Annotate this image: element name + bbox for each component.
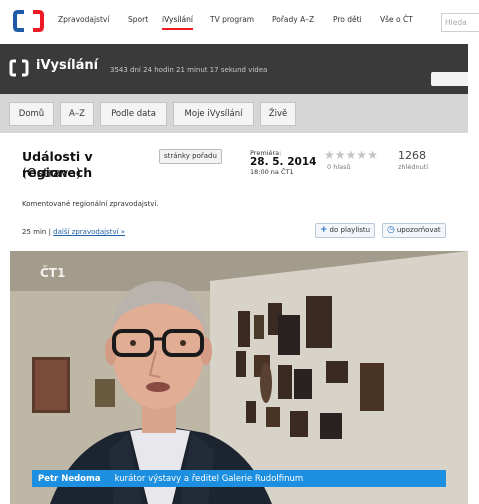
notify-label: upozorňovat: [396, 226, 441, 234]
lower-third-caption: Petr Nedoma kurátor výstavy a ředitel Ga…: [32, 470, 446, 487]
program-description: Komentované regionální zpravodajství.: [22, 200, 159, 208]
ct-logo-icon[interactable]: [13, 10, 44, 32]
ivysilani-header: iVysílání 3543 dní 24 hodin 21 minut 17 …: [0, 44, 468, 94]
nav-item-porady-a-z[interactable]: Pořady A–Z: [272, 15, 314, 24]
nav-item-tv-program[interactable]: TV program: [210, 15, 254, 24]
nav-item-vse-o-ct[interactable]: Vše o ČT: [380, 15, 413, 24]
star-icon[interactable]: ★: [324, 148, 335, 162]
tab-zive[interactable]: Živě: [260, 102, 296, 126]
nav-item-ivysilani[interactable]: iVysílání: [162, 15, 193, 30]
star-icon[interactable]: ★: [335, 148, 346, 162]
duration-value: 25 min: [22, 228, 47, 236]
premiere-date: 28. 5. 2014: [250, 156, 317, 168]
views-count: 1268: [398, 149, 426, 162]
program-subtitle: (Ostrava): [22, 165, 81, 180]
video-frame-image: [10, 251, 468, 504]
program-duration-line: 25 min | další zpravodajství »: [22, 228, 125, 236]
tab-domu[interactable]: Domů: [9, 102, 54, 126]
speaker-role: kurátor výstavy a ředitel Galerie Rudolf…: [114, 473, 304, 484]
plus-icon: +: [320, 225, 328, 235]
star-icon[interactable]: ★: [356, 148, 367, 162]
ivysilani-logo-icon[interactable]: [9, 59, 29, 77]
video-player[interactable]: ČT1 Petr Nedoma kurátor výstavy a ředite…: [10, 251, 468, 504]
ivysilani-search-input[interactable]: [431, 72, 468, 86]
separator: |: [48, 228, 51, 236]
nav-item-sport[interactable]: Sport: [128, 15, 148, 24]
top-navigation: Zpravodajství Sport iVysílání TV program…: [0, 0, 479, 44]
speaker-name: Petr Nedoma: [38, 473, 101, 484]
ivysilani-title[interactable]: iVysílání: [36, 58, 98, 73]
tab-a-z[interactable]: A–Z: [60, 102, 94, 126]
program-pages-button[interactable]: stránky pořadu: [159, 149, 222, 164]
rating-stars[interactable]: ★★★★★: [324, 148, 378, 162]
premiere-time: 18:00 na ČT1: [250, 168, 294, 176]
nav-item-zpravodajstvi[interactable]: Zpravodajství: [58, 15, 109, 24]
star-icon[interactable]: ★: [346, 148, 357, 162]
votes-count: 0 hlasů: [327, 163, 351, 171]
channel-watermark: ČT1: [40, 266, 66, 280]
notify-button[interactable]: ◷ upozorňovat: [382, 223, 446, 238]
tab-bar: Domů A–Z Podle data Moje iVysílání Živě: [0, 94, 468, 133]
site-search-input[interactable]: Hleda: [441, 13, 479, 32]
program-info-panel: Události v regionech (Ostrava) stránky p…: [10, 133, 468, 251]
views-label: zhlédnutí: [398, 163, 429, 171]
clock-icon: ◷: [387, 225, 395, 235]
tab-moje-ivysilani[interactable]: Moje iVysílání: [173, 102, 254, 126]
video-stats: 3543 dní 24 hodin 21 minut 17 sekund vid…: [110, 66, 268, 74]
add-to-playlist-label: do playlistu: [329, 226, 371, 234]
more-news-link[interactable]: další zpravodajství »: [53, 228, 125, 236]
add-to-playlist-button[interactable]: + do playlistu: [315, 223, 376, 238]
nav-item-pro-deti[interactable]: Pro děti: [333, 15, 362, 24]
tab-podle-data[interactable]: Podle data: [100, 102, 167, 126]
star-icon[interactable]: ★: [367, 148, 378, 162]
